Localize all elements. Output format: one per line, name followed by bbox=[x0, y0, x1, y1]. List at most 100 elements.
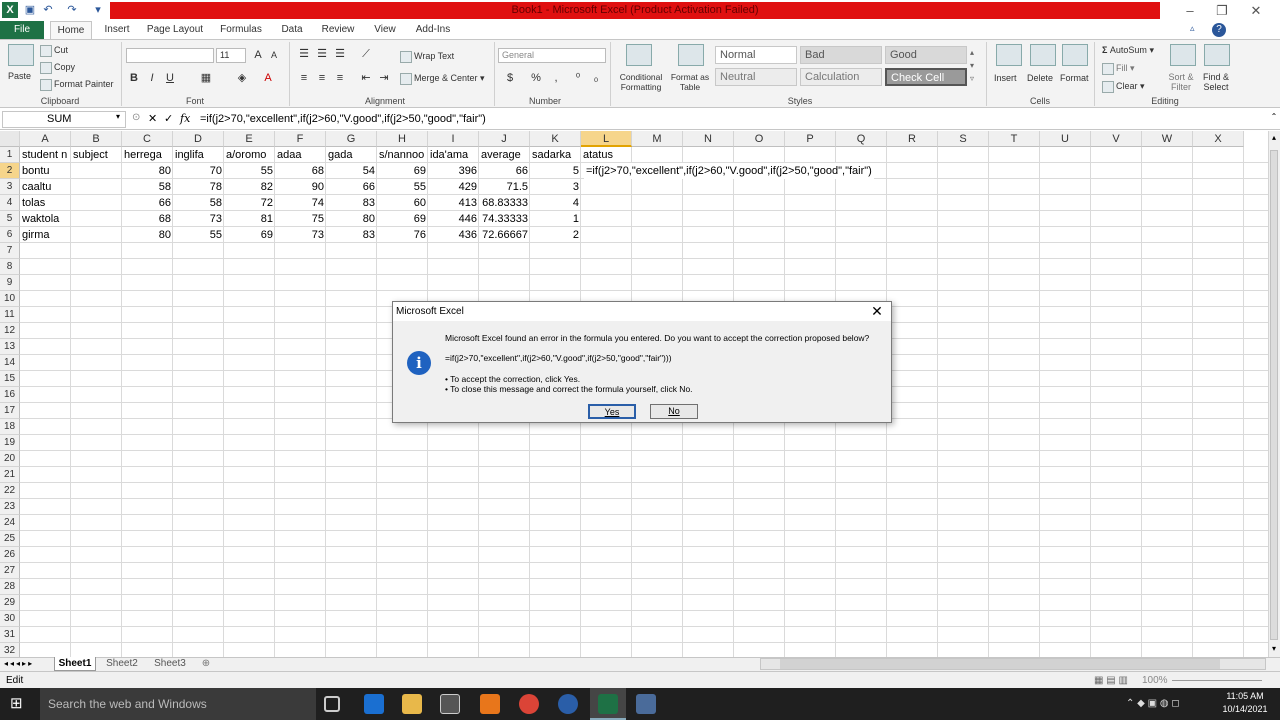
tab-file[interactable]: File bbox=[0, 21, 44, 39]
data-cell[interactable]: 72.66667 bbox=[479, 227, 530, 243]
find-select-button[interactable]: Find & Select bbox=[1198, 72, 1234, 92]
data-cell[interactable]: 58 bbox=[173, 195, 224, 211]
header-cell[interactable]: herrega bbox=[122, 147, 164, 163]
data-cell[interactable]: waktola bbox=[20, 211, 61, 227]
header-cell[interactable]: ida'ama bbox=[428, 147, 470, 163]
sheet-tab-3[interactable]: Sheet3 bbox=[148, 657, 192, 671]
increase-indent-icon[interactable]: ⇥ bbox=[376, 70, 392, 86]
formula-input[interactable]: =if(j2>70,"excellent",if(j2>60,"V.good",… bbox=[198, 111, 1266, 128]
clear-button[interactable]: Clear ▾ bbox=[1102, 80, 1145, 93]
data-cell[interactable]: 82 bbox=[224, 179, 275, 195]
sort-filter-icon[interactable] bbox=[1170, 44, 1196, 66]
data-cell[interactable]: 2 bbox=[530, 227, 581, 243]
edge-icon[interactable] bbox=[364, 694, 384, 714]
data-cell[interactable]: 446 bbox=[428, 211, 479, 227]
ribbon-collapse-icon[interactable]: ▵ bbox=[1190, 23, 1204, 37]
taskbar-search[interactable]: Search the web and Windows bbox=[40, 688, 316, 720]
column-header-i[interactable]: I bbox=[428, 131, 479, 147]
align-top-icon[interactable]: ☰ bbox=[296, 46, 312, 62]
row-header-4[interactable]: 4 bbox=[0, 195, 20, 211]
align-bottom-icon[interactable]: ☰ bbox=[332, 46, 348, 62]
header-cell[interactable]: student n bbox=[20, 147, 69, 163]
column-header-e[interactable]: E bbox=[224, 131, 275, 147]
close-button[interactable]: ✕ bbox=[1238, 0, 1274, 21]
cancel-entry-icon[interactable]: ✕ bbox=[148, 112, 160, 125]
shrink-font-icon[interactable]: A bbox=[266, 47, 282, 63]
paste-button[interactable]: Paste bbox=[8, 70, 31, 82]
row-header-17[interactable]: 17 bbox=[0, 403, 20, 419]
row-header-6[interactable]: 6 bbox=[0, 227, 20, 243]
wrap-text-button[interactable]: Wrap Text bbox=[400, 50, 454, 63]
windows-start-icon[interactable]: ⊞ bbox=[10, 696, 26, 712]
new-sheet-icon[interactable]: ⊕ bbox=[196, 657, 216, 671]
header-cell[interactable]: gada bbox=[326, 147, 354, 163]
header-cell[interactable]: atatus bbox=[581, 147, 615, 163]
name-box-dropdown-icon[interactable]: ▾ bbox=[116, 112, 120, 121]
data-cell[interactable]: 78 bbox=[173, 179, 224, 195]
data-cell[interactable]: 73 bbox=[173, 211, 224, 227]
row-header-8[interactable]: 8 bbox=[0, 259, 20, 275]
data-cell[interactable]: 83 bbox=[326, 227, 377, 243]
horizontal-scroll-thumb[interactable] bbox=[780, 659, 1220, 669]
column-header-j[interactable]: J bbox=[479, 131, 530, 147]
font-color-icon[interactable]: A bbox=[260, 70, 276, 86]
data-cell[interactable]: 3 bbox=[530, 179, 581, 195]
editing-cell-l2[interactable]: =if(j2>70,"excellent",if(j2>60,"V.good",… bbox=[584, 163, 874, 179]
tab-view[interactable]: View bbox=[368, 21, 402, 39]
dialog-close-icon[interactable]: ✕ bbox=[869, 302, 885, 321]
format-cells-icon[interactable] bbox=[1062, 44, 1088, 66]
style-neutral[interactable]: Neutral bbox=[715, 68, 797, 86]
undo-icon[interactable]: ↶ bbox=[40, 2, 56, 18]
column-header-f[interactable]: F bbox=[275, 131, 326, 147]
save-icon[interactable]: ▣ bbox=[22, 2, 38, 18]
format-as-table-icon[interactable] bbox=[678, 44, 704, 66]
header-cell[interactable]: inglifa bbox=[173, 147, 206, 163]
scroll-thumb[interactable] bbox=[1270, 150, 1278, 640]
row-header-26[interactable]: 26 bbox=[0, 547, 20, 563]
tab-review[interactable]: Review bbox=[316, 21, 360, 39]
column-header-d[interactable]: D bbox=[173, 131, 224, 147]
data-cell[interactable]: 74 bbox=[275, 195, 326, 211]
conditional-formatting-icon[interactable] bbox=[626, 44, 652, 66]
column-header-s[interactable]: S bbox=[938, 131, 989, 147]
data-cell[interactable]: 69 bbox=[224, 227, 275, 243]
column-header-b[interactable]: B bbox=[71, 131, 122, 147]
percent-button[interactable]: % bbox=[528, 70, 544, 86]
row-header-27[interactable]: 27 bbox=[0, 563, 20, 579]
tab-data[interactable]: Data bbox=[276, 21, 308, 39]
orientation-icon[interactable]: ⟋ bbox=[358, 46, 374, 62]
row-header-22[interactable]: 22 bbox=[0, 483, 20, 499]
data-cell[interactable]: 68.83333 bbox=[479, 195, 530, 211]
row-header-5[interactable]: 5 bbox=[0, 211, 20, 227]
data-cell[interactable]: 69 bbox=[377, 211, 428, 227]
confirm-entry-icon[interactable]: ✓ bbox=[164, 112, 176, 125]
format-painter-button[interactable]: Format Painter bbox=[40, 78, 114, 91]
row-header-3[interactable]: 3 bbox=[0, 179, 20, 195]
conditional-formatting-button[interactable]: Conditional Formatting bbox=[614, 72, 668, 92]
data-cell[interactable]: 55 bbox=[173, 227, 224, 243]
column-header-k[interactable]: K bbox=[530, 131, 581, 147]
store-icon[interactable] bbox=[440, 694, 460, 714]
row-header-20[interactable]: 20 bbox=[0, 451, 20, 467]
row-header-10[interactable]: 10 bbox=[0, 291, 20, 307]
delete-cells-button[interactable]: Delete bbox=[1027, 72, 1053, 84]
row-header-30[interactable]: 30 bbox=[0, 611, 20, 627]
help-icon[interactable]: ? bbox=[1212, 23, 1226, 37]
column-header-t[interactable]: T bbox=[989, 131, 1040, 147]
row-header-2[interactable]: 2 bbox=[0, 163, 20, 179]
data-cell[interactable]: 4 bbox=[530, 195, 581, 211]
more-icon[interactable]: ⊙ bbox=[132, 112, 144, 123]
scroll-up-icon[interactable]: ▴ bbox=[1269, 133, 1279, 142]
name-box[interactable]: SUM bbox=[2, 111, 126, 128]
task-view-icon[interactable] bbox=[324, 696, 340, 712]
tab-home[interactable]: Home bbox=[50, 21, 92, 39]
data-cell[interactable]: 81 bbox=[224, 211, 275, 227]
column-header-m[interactable]: M bbox=[632, 131, 683, 147]
header-cell[interactable]: average bbox=[479, 147, 523, 163]
column-header-c[interactable]: C bbox=[122, 131, 173, 147]
font-size-combo[interactable]: 11 bbox=[216, 48, 246, 63]
cut-button[interactable]: Cut bbox=[40, 44, 68, 57]
number-format-combo[interactable]: General bbox=[498, 48, 606, 63]
row-header-1[interactable]: 1 bbox=[0, 147, 20, 163]
data-cell[interactable]: 68 bbox=[275, 163, 326, 179]
